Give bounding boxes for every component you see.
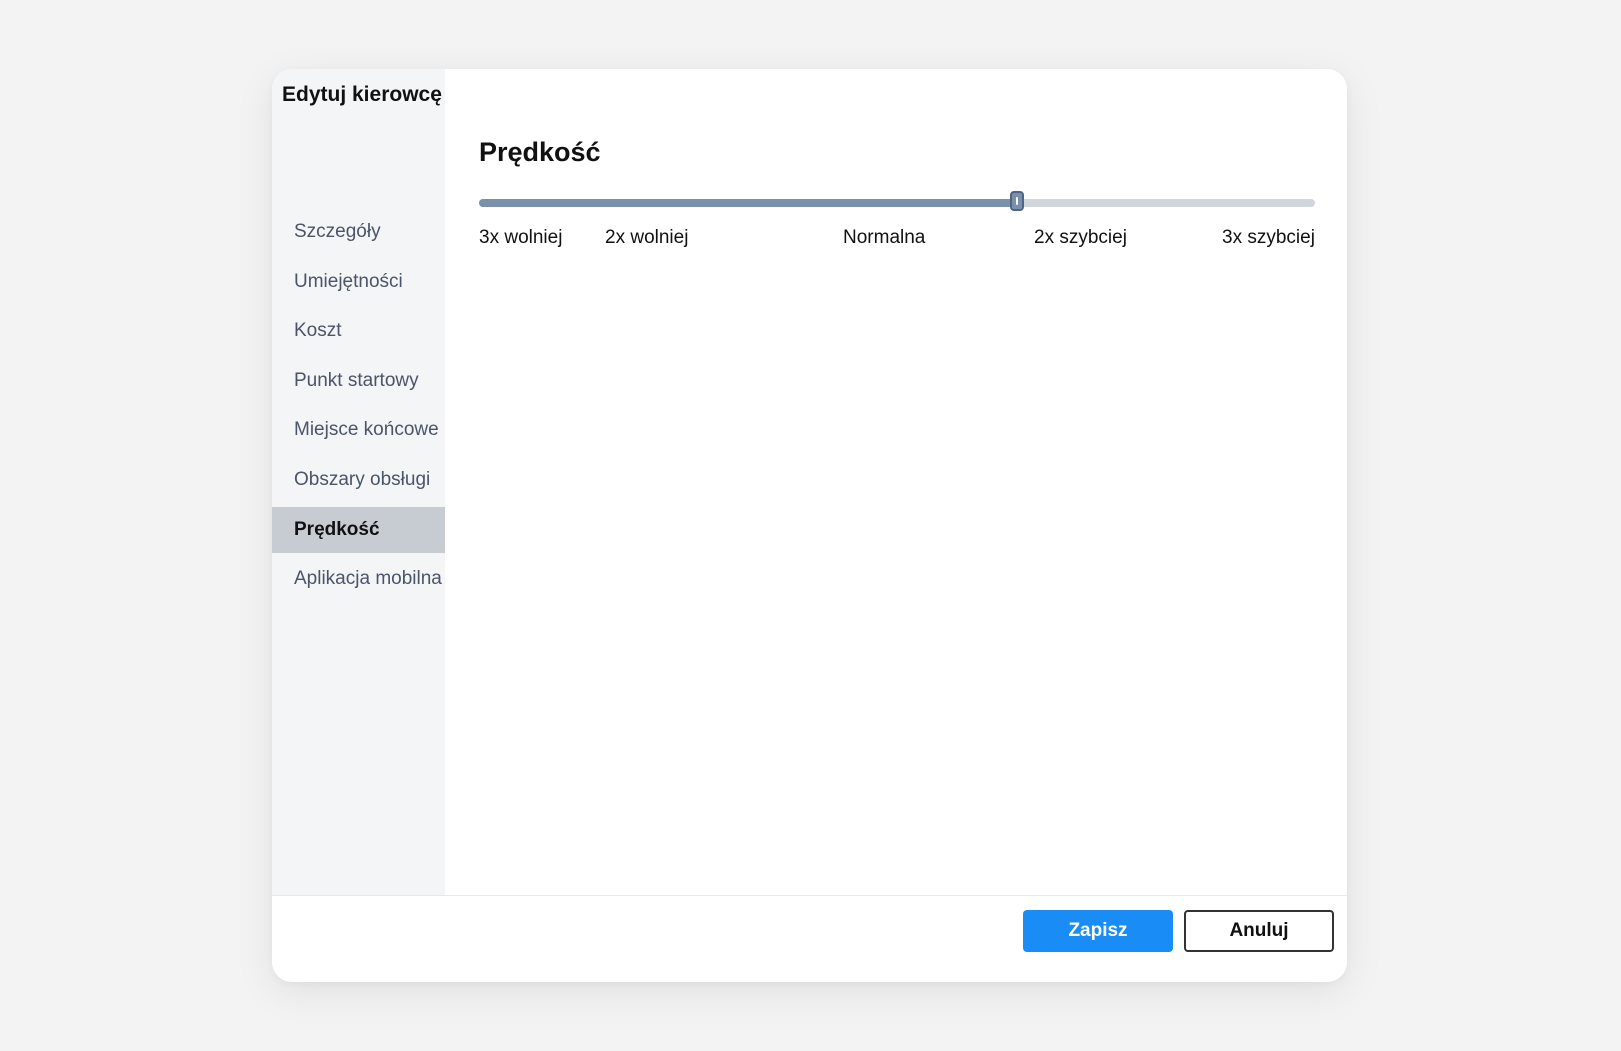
dialog-title: Edytuj kierowcę — [282, 83, 442, 106]
sidebar-item-speed[interactable]: Prędkość — [272, 506, 445, 553]
save-button[interactable]: Zapisz — [1023, 910, 1173, 952]
sidebar-item-cost[interactable]: Koszt — [272, 308, 445, 354]
speed-slider[interactable] — [479, 191, 1315, 213]
tick-2x-faster[interactable]: 2x szybciej — [1034, 227, 1127, 249]
content-panel: Prędkość 3x wolniej 2x wolniej Normalna … — [445, 69, 1347, 895]
tick-3x-slower[interactable]: 3x wolniej — [479, 227, 562, 249]
sidebar-item-end-point[interactable]: Miejsce końcowe — [272, 407, 445, 453]
slider-thumb-handle[interactable] — [1010, 191, 1024, 211]
sidebar-item-skills[interactable]: Umiejętności — [272, 259, 445, 305]
tick-3x-faster[interactable]: 3x szybciej — [1222, 227, 1315, 249]
sidebar-item-mobile-app[interactable]: Aplikacja mobilna — [272, 556, 445, 602]
section-title: Prędkość — [479, 137, 601, 167]
slider-tick-labels: 3x wolniej 2x wolniej Normalna 2x szybci… — [479, 227, 1315, 257]
sidebar-item-start-point[interactable]: Punkt startowy — [272, 358, 445, 404]
sidebar: Edytuj kierowcę Szczegóły Umiejętności K… — [272, 69, 445, 895]
tick-2x-slower[interactable]: 2x wolniej — [605, 227, 688, 249]
tick-normal[interactable]: Normalna — [843, 227, 925, 249]
slider-fill — [479, 199, 1018, 207]
edit-driver-dialog: Edytuj kierowcę Szczegóły Umiejętności K… — [272, 69, 1347, 982]
cancel-button[interactable]: Anuluj — [1184, 910, 1334, 952]
dialog-footer: Zapisz Anuluj — [272, 895, 1347, 982]
sidebar-item-details[interactable]: Szczegóły — [272, 209, 445, 255]
sidebar-nav: Szczegóły Umiejętności Koszt Punkt start… — [272, 209, 445, 606]
sidebar-item-service-areas[interactable]: Obszary obsługi — [272, 457, 445, 503]
